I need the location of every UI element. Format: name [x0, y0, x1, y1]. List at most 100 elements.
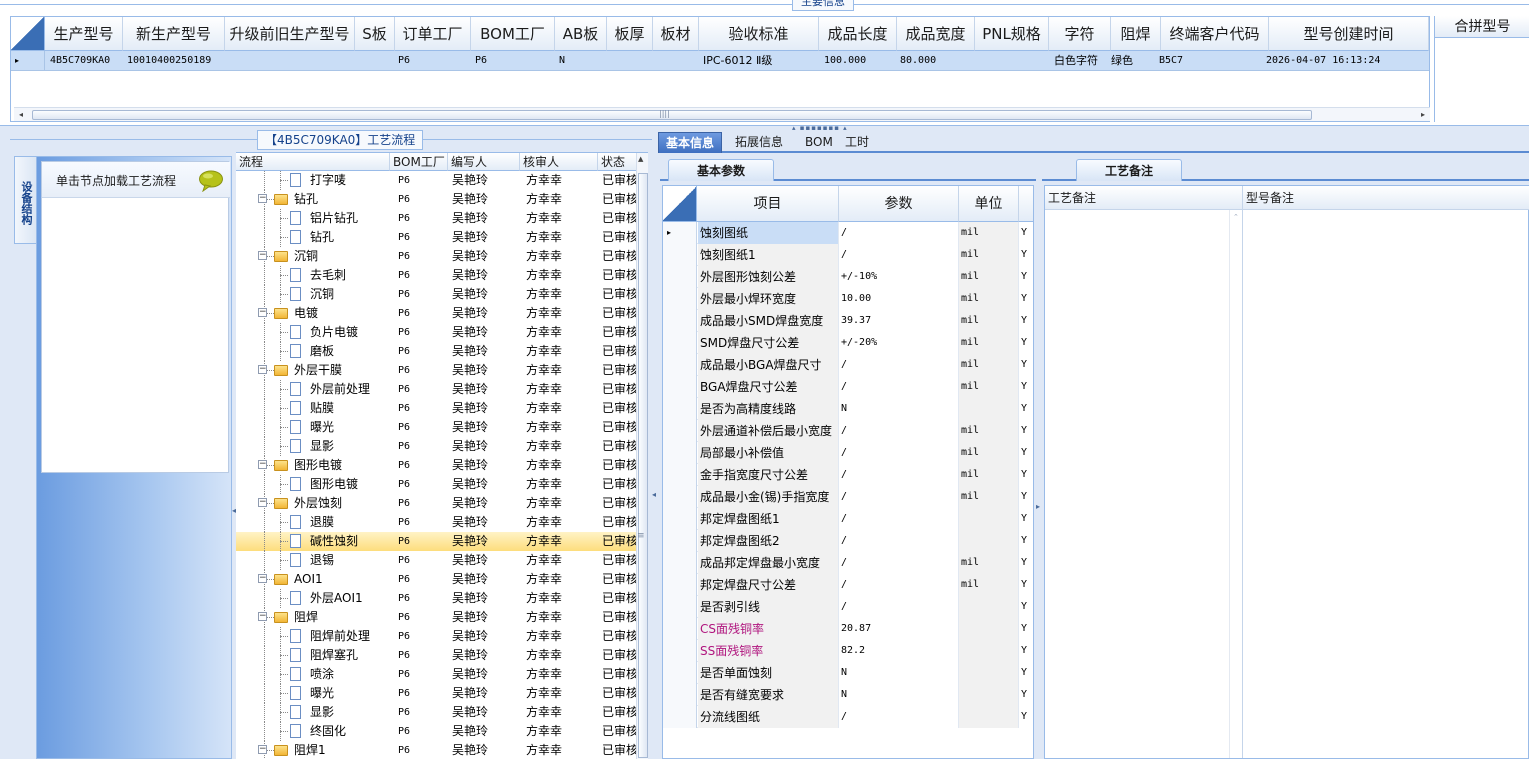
tree-row[interactable]: − 电镀 P6 吴艳玲 方幸幸 已审核 — [236, 304, 636, 323]
expand-minus-icon[interactable]: − — [258, 365, 267, 374]
row-indicator[interactable] — [663, 706, 697, 728]
tree-row[interactable]: 显影 P6 吴艳玲 方幸幸 已审核 — [236, 703, 636, 722]
tab-work-hours[interactable]: 工时 — [838, 132, 876, 153]
param-item[interactable]: 局部最小补偿值 — [698, 442, 839, 464]
expand-minus-icon[interactable]: − — [258, 460, 267, 469]
param-row[interactable]: 成品最小金(锡)手指宽度 / mil Y — [663, 486, 1033, 508]
param-item[interactable]: 是否单面蚀刻 — [698, 662, 839, 684]
expand-minus-icon[interactable]: − — [258, 574, 267, 583]
cell-order-factory[interactable]: P6 — [395, 51, 471, 71]
param-value[interactable]: / — [839, 442, 959, 464]
param-unit[interactable] — [959, 596, 1019, 618]
expand-minus-icon[interactable]: − — [258, 498, 267, 507]
grid-corner[interactable] — [11, 17, 45, 51]
tree-row[interactable]: 磨板 P6 吴艳玲 方幸幸 已审核 — [236, 342, 636, 361]
cell-solder-mask[interactable]: 绿色 — [1108, 51, 1158, 71]
param-unit[interactable]: mil — [959, 464, 1019, 486]
param-row[interactable]: 外层通道补偿后最小宽度 / mil Y — [663, 420, 1033, 442]
param-value[interactable]: / — [839, 244, 959, 266]
process-tree-grid[interactable]: 流程 BOM工厂 编写人 核审人 状态 打字唛 P6 吴艳玲 方幸幸 已审核 − 钻孔 P6 吴艳玲 方幸… — [236, 152, 648, 759]
scroll-up-icon[interactable]: ⌃ — [1233, 213, 1239, 221]
cell-bom-factory[interactable]: P6 — [472, 51, 556, 71]
tree-row[interactable]: − 外层蚀刻 P6 吴艳玲 方幸幸 已审核 — [236, 494, 636, 513]
param-row[interactable]: SMD焊盘尺寸公差 +/-20% mil Y — [663, 332, 1033, 354]
param-unit[interactable]: mil — [959, 310, 1019, 332]
param-row[interactable]: 是否剥引线 / Y — [663, 596, 1033, 618]
tab-bom[interactable]: BOM — [798, 132, 840, 153]
tree-row[interactable]: 退锡 P6 吴艳玲 方幸幸 已审核 — [236, 551, 636, 570]
col-item[interactable]: 项目 — [697, 186, 839, 222]
col-pnl[interactable]: PNL规格 — [975, 17, 1049, 51]
col-solder-mask[interactable]: 阻焊 — [1111, 17, 1161, 51]
tab-basic-info[interactable]: 基本信息 — [658, 132, 723, 153]
param-row[interactable]: 金手指宽度尺寸公差 / mil Y — [663, 464, 1033, 486]
param-item[interactable]: BGA焊盘尺寸公差 — [698, 376, 839, 398]
param-grid[interactable]: 项目 参数 单位 ▸ 蚀刻图纸 / mil Y 蚀刻图纸1/mil Y 外层图形蚀刻公差 +/-… — [662, 185, 1034, 759]
param-unit[interactable]: mil — [959, 574, 1019, 596]
param-item[interactable]: 是否剥引线 — [698, 596, 839, 618]
col-s-board[interactable]: S板 — [355, 17, 395, 51]
param-flag[interactable]: Y — [1019, 508, 1033, 530]
param-value[interactable]: / — [839, 706, 959, 728]
col-reviewer[interactable]: 核审人 — [520, 153, 598, 171]
param-value[interactable]: / — [839, 376, 959, 398]
col-character[interactable]: 字符 — [1049, 17, 1111, 51]
param-flag[interactable]: Y — [1019, 706, 1033, 728]
param-unit[interactable]: mil — [959, 288, 1019, 310]
param-flag[interactable]: Y — [1019, 376, 1033, 398]
col-new-model-no[interactable]: 新生产型号 — [123, 17, 225, 51]
col-bom-factory[interactable]: BOM工厂 — [390, 153, 448, 171]
param-value[interactable]: / — [839, 552, 959, 574]
row-indicator[interactable] — [663, 288, 697, 310]
row-indicator[interactable] — [663, 398, 697, 420]
param-row[interactable]: CS面残铜率 20.87 Y — [663, 618, 1033, 640]
param-value[interactable]: 39.37 — [839, 310, 959, 332]
tree-row[interactable]: − 沉铜 P6 吴艳玲 方幸幸 已审核 — [236, 247, 636, 266]
param-unit[interactable] — [959, 398, 1019, 420]
param-item[interactable]: 邦定焊盘图纸2 — [698, 530, 839, 552]
tree-row[interactable]: 钻孔 P6 吴艳玲 方幸幸 已审核 — [236, 228, 636, 247]
tree-row[interactable]: − 阻焊 P6 吴艳玲 方幸幸 已审核 — [236, 608, 636, 627]
param-value[interactable]: +/-20% — [839, 332, 959, 354]
param-unit[interactable] — [959, 530, 1019, 552]
param-flag[interactable]: Y — [1019, 464, 1033, 486]
param-flag[interactable]: Y — [1019, 354, 1033, 376]
param-row[interactable]: 成品最小SMD焊盘宽度 39.37 mil Y — [663, 310, 1033, 332]
col-order-factory[interactable]: 订单工厂 — [395, 17, 471, 51]
col-ab-board[interactable]: AB板 — [555, 17, 607, 51]
tree-row[interactable]: 碱性蚀刻 P6 吴艳玲 方幸幸 已审核 — [236, 532, 636, 551]
row-indicator[interactable] — [663, 508, 697, 530]
cell-thickness[interactable] — [608, 51, 654, 71]
row-indicator[interactable] — [663, 310, 697, 332]
col-thickness[interactable]: 板厚 — [607, 17, 653, 51]
cell-width[interactable]: 80.000 — [897, 51, 975, 71]
param-item[interactable]: 蚀刻图纸1 — [698, 244, 839, 266]
tree-row[interactable]: 终固化 P6 吴艳玲 方幸幸 已审核 — [236, 722, 636, 741]
tree-row[interactable]: 外层前处理 P6 吴艳玲 方幸幸 已审核 — [236, 380, 636, 399]
param-value[interactable]: / — [839, 530, 959, 552]
param-item[interactable]: 外层最小焊环宽度 — [698, 288, 839, 310]
param-unit[interactable] — [959, 508, 1019, 530]
param-row[interactable]: 是否有缝宽要求 N Y — [663, 684, 1033, 706]
row-indicator[interactable] — [663, 596, 697, 618]
col-length[interactable]: 成品长度 — [819, 17, 897, 51]
tree-vertical-scrollbar[interactable]: ▲ ≡ — [636, 153, 648, 759]
param-item[interactable]: 蚀刻图纸 — [698, 222, 839, 244]
param-unit[interactable]: mil — [959, 354, 1019, 376]
param-item[interactable]: 是否为高精度线路 — [698, 398, 839, 420]
param-row[interactable]: 分流线图纸 / Y — [663, 706, 1033, 728]
param-unit[interactable]: mil — [959, 552, 1019, 574]
param-item[interactable]: 外层图形蚀刻公差 — [698, 266, 839, 288]
param-flag[interactable]: Y — [1019, 552, 1033, 574]
tree-row[interactable]: − 钻孔 P6 吴艳玲 方幸幸 已审核 — [236, 190, 636, 209]
param-flag[interactable]: Y — [1019, 266, 1033, 288]
param-row[interactable]: 成品邦定焊盘最小宽度 / mil Y — [663, 552, 1033, 574]
col-writer[interactable]: 编写人 — [448, 153, 520, 171]
expand-minus-icon[interactable]: − — [258, 308, 267, 317]
tree-row[interactable]: 显影 P6 吴艳玲 方幸幸 已审核 — [236, 437, 636, 456]
tab-equipment-structure[interactable]: 设备结构 — [14, 156, 36, 244]
tree-row[interactable]: 打字唛 P6 吴艳玲 方幸幸 已审核 — [236, 171, 636, 190]
cell-created-time[interactable]: 2026-04-07 16:13:24 — [1263, 51, 1423, 71]
expand-minus-icon[interactable]: − — [258, 194, 267, 203]
param-value[interactable]: / — [839, 574, 959, 596]
